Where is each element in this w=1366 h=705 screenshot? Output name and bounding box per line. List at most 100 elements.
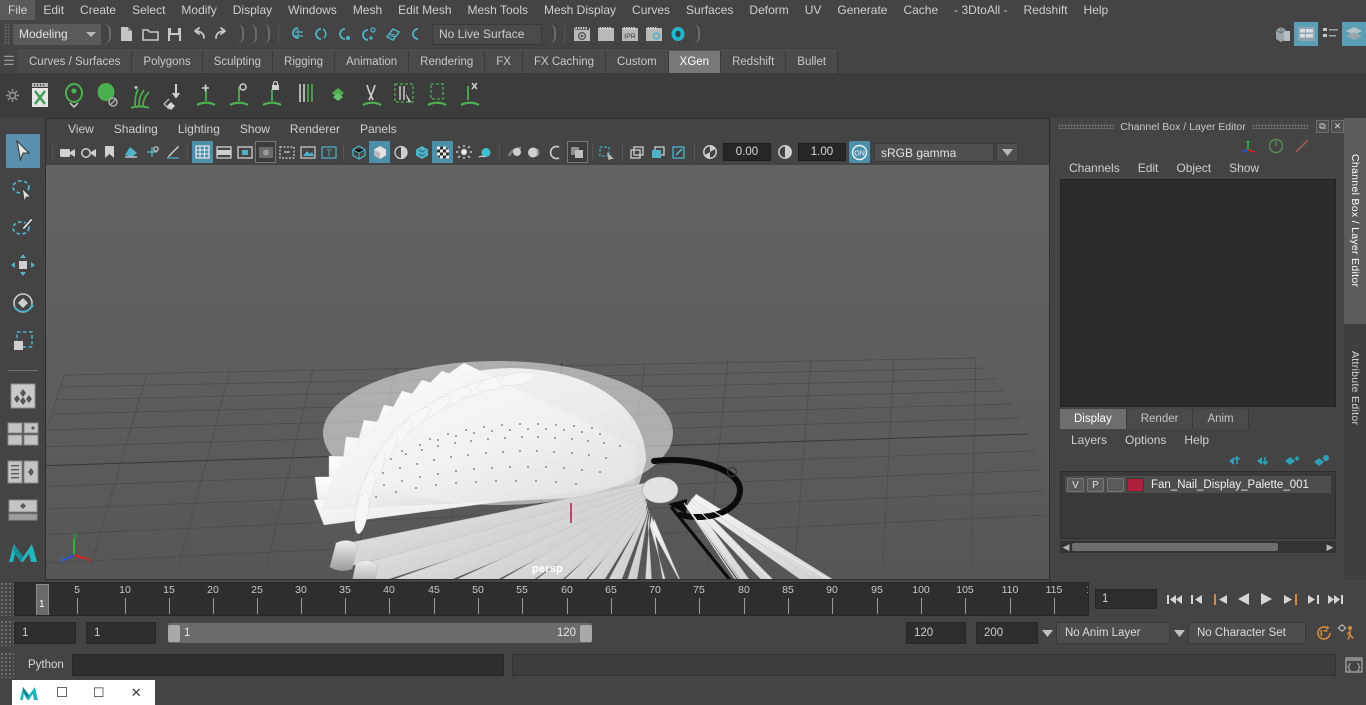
channel-speed-icon[interactable]: [1268, 138, 1284, 154]
step-forward-frame-icon[interactable]: [1278, 587, 1301, 611]
xgen-circle-guide-icon[interactable]: [222, 76, 255, 116]
xgen-select-guide-icon[interactable]: [387, 76, 420, 116]
viewport-3d-canvas[interactable]: y x z persp: [46, 165, 1049, 579]
color-space-selector[interactable]: sRGB gamma: [874, 142, 994, 162]
current-time-indicator[interactable]: 1: [36, 584, 49, 615]
render-settings-icon[interactable]: [642, 22, 666, 46]
time-slider-track[interactable]: 5 10 15 20 25 30 35 40 45 50 55 60 65 70…: [14, 582, 1089, 616]
layer-tab-render[interactable]: Render: [1126, 409, 1194, 429]
layer-list-horizontal-scrollbar[interactable]: ◀ ▶: [1060, 541, 1336, 553]
redo-icon[interactable]: [210, 22, 234, 46]
safe-action-icon[interactable]: [297, 141, 318, 163]
viewport-menu-show[interactable]: Show: [230, 122, 280, 136]
select-camera-icon[interactable]: [57, 141, 78, 163]
xgen-add-description-icon[interactable]: [123, 76, 156, 116]
step-back-keyframe-icon[interactable]: [1186, 587, 1209, 611]
menu-set-selector[interactable]: Modeling: [13, 23, 101, 45]
render-current-frame-icon[interactable]: [594, 22, 618, 46]
shelf-tab-curves-surfaces[interactable]: Curves / Surfaces: [18, 50, 133, 73]
shelf-tab-fx[interactable]: FX: [485, 50, 523, 73]
animation-start-time-field[interactable]: 1: [14, 622, 76, 644]
ao-icon[interactable]: [474, 141, 495, 163]
xgen-comb-icon[interactable]: [288, 76, 321, 116]
taskbar-window-preview[interactable]: ☐ ✕: [12, 680, 155, 705]
create-layer-from-selected-icon[interactable]: [1313, 454, 1330, 467]
film-origin-icon[interactable]: [276, 141, 297, 163]
sidebar-toggle-attribute-icon[interactable]: [1294, 22, 1318, 46]
use-lights-icon[interactable]: [432, 141, 453, 163]
viewport-menu-lighting[interactable]: Lighting: [168, 122, 230, 136]
open-scene-icon[interactable]: [138, 22, 162, 46]
make-live-icon[interactable]: [404, 22, 428, 46]
create-empty-layer-icon[interactable]: [1284, 454, 1301, 467]
menu-select[interactable]: Select: [124, 0, 173, 20]
menu-deform[interactable]: Deform: [741, 0, 796, 20]
paint-select-tool[interactable]: [6, 210, 40, 244]
menu-create[interactable]: Create: [72, 0, 124, 20]
shelf-tab-rigging[interactable]: Rigging: [273, 50, 336, 73]
hypershade-icon[interactable]: [666, 22, 690, 46]
sidebar-toggle-channel-icon[interactable]: [1318, 22, 1342, 46]
anim-layer-chevron-down-icon[interactable]: [1038, 622, 1056, 644]
shelf-tab-bullet[interactable]: Bullet: [786, 50, 839, 73]
restore-window-icon[interactable]: [46, 686, 80, 699]
channel-box-menu-edit[interactable]: Edit: [1129, 161, 1168, 175]
snap-point-icon[interactable]: [332, 22, 356, 46]
layer-menu-layers[interactable]: Layers: [1062, 433, 1116, 447]
vertical-tab-attribute-editor[interactable]: Attribute Editor: [1344, 324, 1366, 452]
channel-box-menu-show[interactable]: Show: [1220, 161, 1268, 175]
move-layer-down-icon[interactable]: [1256, 454, 1272, 467]
display-layer-toggle-icon[interactable]: [648, 141, 669, 163]
menu-modify[interactable]: Modify: [173, 0, 224, 20]
range-start-handle[interactable]: [168, 624, 180, 642]
xgen-groom-icon[interactable]: [156, 76, 189, 116]
smooth-shade-all-icon[interactable]: [369, 141, 390, 163]
scroll-left-arrow-icon[interactable]: ◀: [1060, 542, 1072, 553]
scale-tool[interactable]: [6, 324, 40, 358]
display-layer-list[interactable]: V P Fan_Nail_Display_Palette_001: [1060, 471, 1336, 539]
layer-tab-anim[interactable]: Anim: [1193, 409, 1249, 429]
move-tool[interactable]: [6, 248, 40, 282]
gate-mask-icon[interactable]: [255, 141, 276, 163]
layer-menu-help[interactable]: Help: [1175, 433, 1218, 447]
status-line-grip[interactable]: [4, 23, 10, 45]
wireframe-icon[interactable]: [348, 141, 369, 163]
hud-text-icon[interactable]: T: [318, 141, 339, 163]
animation-preferences-icon[interactable]: [1335, 621, 1358, 645]
go-to-start-icon[interactable]: [1163, 587, 1186, 611]
layer-playback-toggle[interactable]: P: [1087, 477, 1104, 492]
last-tool-icon[interactable]: [6, 379, 40, 413]
range-end-handle[interactable]: [580, 624, 592, 642]
menu-curves[interactable]: Curves: [624, 0, 678, 20]
xgen-lock-guide-icon[interactable]: [255, 76, 288, 116]
menu-edit-mesh[interactable]: Edit Mesh: [390, 0, 459, 20]
range-slider-grip[interactable]: [0, 620, 14, 646]
layer-menu-options[interactable]: Options: [1116, 433, 1175, 447]
xgen-scissors-icon[interactable]: [354, 76, 387, 116]
step-back-frame-icon[interactable]: [1209, 587, 1232, 611]
menu-windows[interactable]: Windows: [280, 0, 345, 20]
undock-icon[interactable]: ⧉: [1316, 120, 1329, 133]
shelf-tab-animation[interactable]: Animation: [335, 50, 410, 73]
motion-blur-icon[interactable]: [504, 141, 525, 163]
manipulator-icon[interactable]: [1240, 138, 1258, 154]
shelf-tab-custom[interactable]: Custom: [606, 50, 669, 73]
command-line-grip[interactable]: [0, 652, 14, 678]
play-backwards-icon[interactable]: [1232, 587, 1255, 611]
xgen-preview-icon[interactable]: [57, 76, 90, 116]
shelf-tab-sculpting[interactable]: Sculpting: [202, 50, 274, 73]
shelf-menu-icon[interactable]: ☰: [0, 48, 18, 73]
channel-box-menu-object[interactable]: Object: [1167, 161, 1220, 175]
maya-logo-icon[interactable]: [6, 535, 40, 569]
ipr-render-icon[interactable]: IPR: [618, 22, 642, 46]
auto-keyframe-icon[interactable]: [1312, 621, 1335, 645]
command-output-field[interactable]: [512, 654, 1336, 676]
shelf-tab-redshift[interactable]: Redshift: [721, 50, 787, 73]
use-default-material-icon[interactable]: [390, 141, 411, 163]
gamma-value[interactable]: 1.00: [798, 143, 846, 161]
film-gate-icon[interactable]: [213, 141, 234, 163]
anim-layer-selector[interactable]: No Anim Layer: [1056, 622, 1170, 644]
playback-start-time-field[interactable]: 1: [86, 622, 156, 644]
shelf-tab-xgen[interactable]: XGen: [668, 50, 722, 73]
grease-pencil-icon[interactable]: [162, 141, 183, 163]
